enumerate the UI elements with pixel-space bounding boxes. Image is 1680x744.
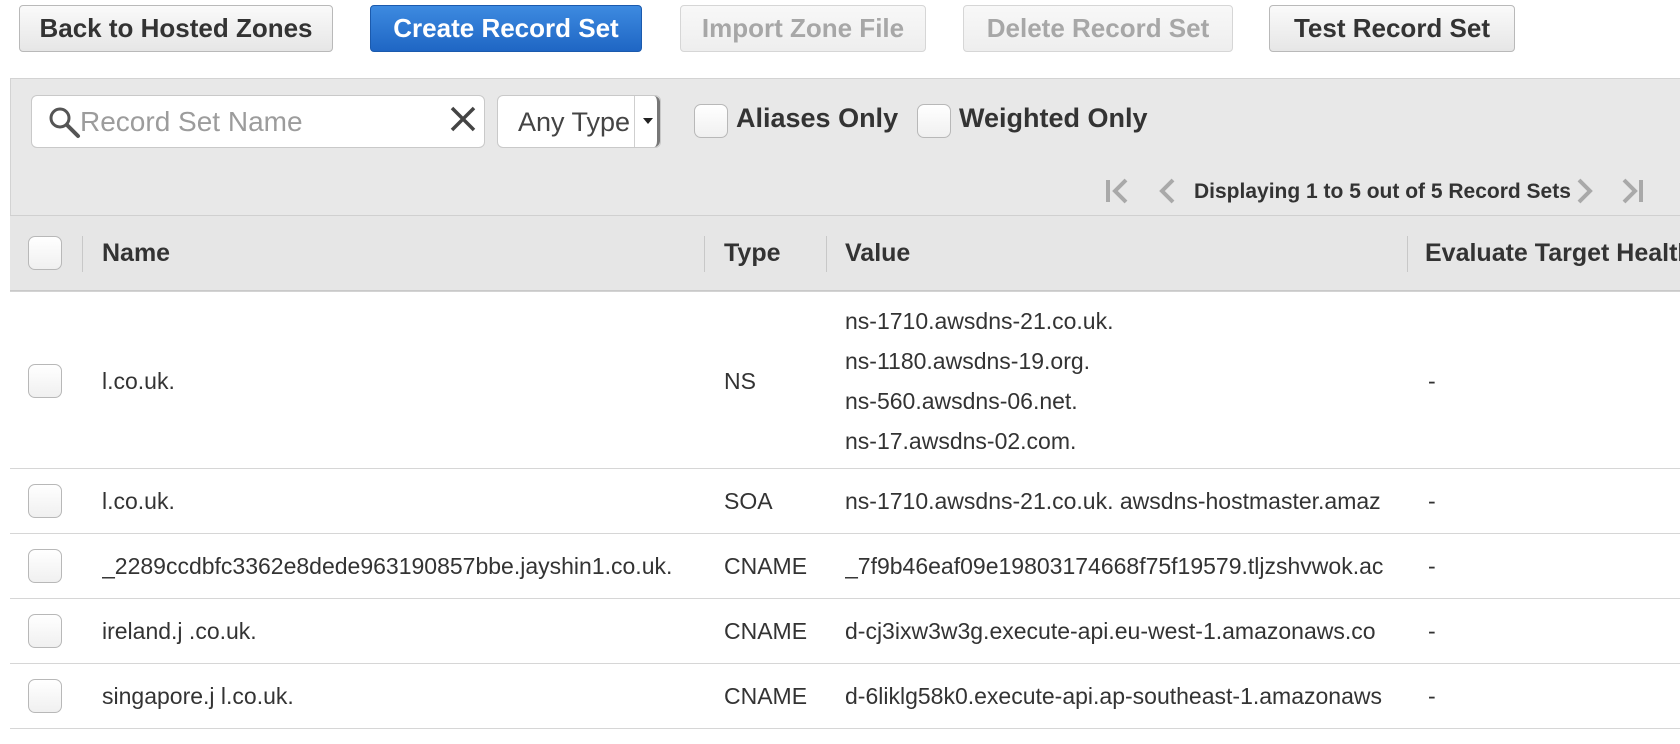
record-name: singapore.j l.co.uk. (102, 683, 294, 709)
column-divider (704, 236, 705, 272)
record-value-line: ns-1180.awsdns-19.org. (845, 348, 1091, 374)
record-type: CNAME (724, 618, 808, 644)
prev-page-icon[interactable] (1151, 175, 1185, 207)
aliases-only-checkbox[interactable] (694, 104, 728, 138)
weighted-only-checkbox[interactable] (917, 104, 951, 138)
row-checkbox[interactable] (28, 484, 62, 518)
record-value: d-cj3ixw3w3g.execute-api.eu-west-1.amazo… (845, 618, 1376, 644)
row-checkbox[interactable] (28, 679, 62, 713)
table-header: Name Type Value Evaluate Target Health (10, 215, 1680, 291)
record-evaluate-target-health: - (1428, 683, 1436, 709)
record-value-line: ns-560.awsdns-06.net. (845, 388, 1078, 414)
record-value-line: ns-17.awsdns-02.com. (845, 428, 1077, 454)
table-row[interactable]: _2289ccdbfc3362e8dede963190857bbe.jayshi… (10, 534, 1680, 599)
record-evaluate-target-health: - (1428, 618, 1436, 644)
create-record-set-button[interactable]: Create Record Set (370, 5, 642, 52)
pagination-status: Displaying 1 to 5 out of 5 Record Sets (1194, 180, 1571, 203)
test-record-set-button[interactable]: Test Record Set (1269, 5, 1515, 52)
table-row[interactable]: l.co.uk. NS ns-1710.awsdns-21.co.uk. ns-… (10, 293, 1680, 469)
record-value: ns-1710.awsdns-21.co.uk. ns-1180.awsdns-… (845, 301, 1400, 461)
column-divider (1407, 236, 1408, 272)
search-icon (49, 107, 80, 138)
record-name: l.co.uk. (102, 488, 175, 514)
delete-record-set-button[interactable]: Delete Record Set (963, 5, 1233, 52)
last-page-icon[interactable] (1616, 175, 1650, 207)
filter-panel: Any Type Aliases Only Weighted Only Disp… (10, 78, 1680, 292)
record-name: _2289ccdbfc3362e8dede963190857bbe.jayshi… (102, 553, 673, 579)
record-value-line: ns-1710.awsdns-21.co.uk. (845, 308, 1114, 334)
column-header-evaluate-target-health[interactable]: Evaluate Target Health (1425, 216, 1680, 290)
record-set-name-input[interactable] (80, 102, 410, 142)
toolbar: Back to Hosted Zones Create Record Set I… (0, 0, 1680, 60)
record-name: l.co.uk. (102, 368, 175, 394)
column-divider (82, 236, 83, 272)
back-to-hosted-zones-button[interactable]: Back to Hosted Zones (19, 5, 333, 52)
search-box (31, 95, 485, 148)
close-icon[interactable] (448, 104, 478, 134)
column-header-value[interactable]: Value (845, 216, 910, 290)
table-row[interactable]: singapore.j l.co.uk. CNAME d-6liklg58k0.… (10, 664, 1680, 729)
record-type: SOA (724, 488, 773, 514)
record-value: ns-1710.awsdns-21.co.uk. awsdns-hostmast… (845, 488, 1381, 514)
import-zone-file-button[interactable]: Import Zone File (680, 5, 926, 52)
next-page-icon[interactable] (1569, 175, 1603, 207)
column-header-name[interactable]: Name (102, 216, 170, 290)
row-checkbox[interactable] (28, 549, 62, 583)
record-value: d-6liklg58k0.execute-api.ap-southeast-1.… (845, 683, 1382, 709)
record-evaluate-target-health: - (1428, 488, 1436, 514)
table-row[interactable]: ireland.j .co.uk. CNAME d-cj3ixw3w3g.exe… (10, 599, 1680, 664)
record-type-value: Any Type (518, 107, 631, 137)
record-name: ireland.j .co.uk. (102, 618, 257, 644)
chevron-down-icon[interactable] (634, 96, 660, 147)
first-page-icon[interactable] (1101, 175, 1135, 207)
record-type: CNAME (724, 553, 808, 579)
column-header-type[interactable]: Type (724, 216, 781, 290)
row-checkbox[interactable] (28, 614, 62, 648)
record-type-select[interactable]: Any Type (497, 95, 661, 148)
record-evaluate-target-health: - (1428, 553, 1436, 579)
aliases-only-label[interactable]: Aliases Only (736, 103, 898, 134)
record-evaluate-target-health: - (1428, 368, 1436, 394)
column-divider (826, 236, 827, 272)
row-checkbox[interactable] (28, 364, 62, 398)
table-row[interactable]: l.co.uk. SOA ns-1710.awsdns-21.co.uk. aw… (10, 469, 1680, 534)
weighted-only-label[interactable]: Weighted Only (959, 103, 1148, 134)
record-value: _7f9b46eaf09e19803174668f75f19579.tljzsh… (845, 553, 1384, 579)
record-type: CNAME (724, 683, 808, 709)
select-all-checkbox[interactable] (28, 236, 62, 270)
record-type: NS (724, 368, 756, 394)
